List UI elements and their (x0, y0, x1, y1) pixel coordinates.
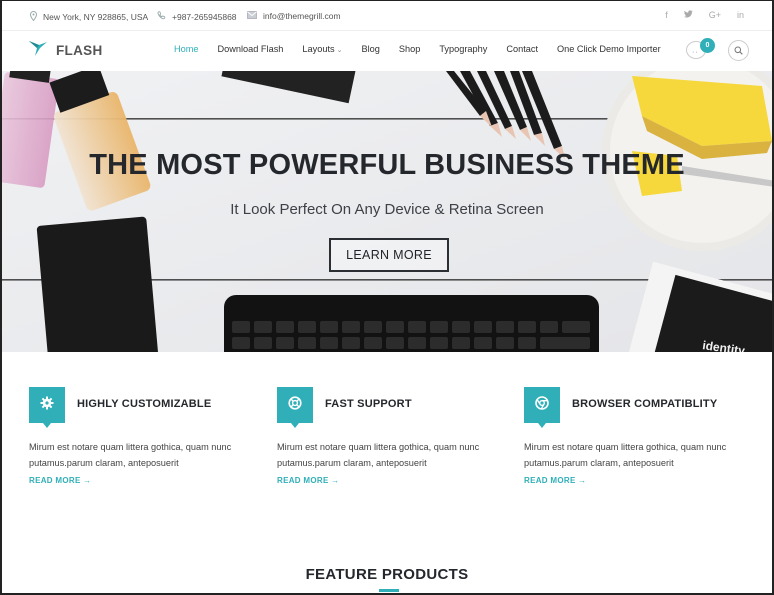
lifebuoy-icon (288, 395, 302, 415)
site-header: FLASH Home Download Flash Layouts ⌄ Blog … (2, 31, 772, 71)
envelope-icon (247, 11, 257, 21)
facebook-icon[interactable]: f (665, 10, 668, 20)
cart-icon: ·· (692, 49, 699, 56)
search-icon (734, 42, 743, 60)
email-text[interactable]: info@themegrill.com (263, 11, 341, 21)
phone-text[interactable]: +987-265945868 (172, 12, 237, 22)
gear-icon (40, 396, 54, 415)
hero-title: THE MOST POWERFUL BUSINESS THEME (89, 149, 685, 181)
logo-text: FLASH (56, 43, 103, 58)
phone-icon (157, 11, 166, 22)
nav-shop[interactable]: Shop (399, 44, 420, 54)
chrome-icon (535, 395, 549, 415)
hero-subtitle: It Look Perfect On Any Device & Retina S… (230, 201, 544, 218)
top-bar: New York, NY 928865, USA +987-265945868 … (2, 1, 772, 31)
read-more-link[interactable]: READ MORE → (524, 476, 586, 485)
learn-more-button[interactable]: LEARN MORE (329, 238, 449, 272)
feature-description: Mirum est notare quam littera gothica, q… (29, 442, 232, 468)
feature-title: HIGHLY CUSTOMIZABLE (77, 398, 212, 410)
chevron-down-icon: ⌄ (336, 47, 343, 54)
nav-one-click-demo-importer[interactable]: One Click Demo Importer (557, 44, 661, 54)
map-pin-icon (29, 10, 38, 23)
hero-banner: identity THE MOST POWERFUL BUSINESS THEM… (2, 71, 772, 352)
feature-icon-box (277, 387, 313, 428)
google-plus-icon[interactable]: G+ (709, 10, 721, 20)
feature-description: Mirum est notare quam littera gothica, q… (524, 442, 727, 468)
read-more-link[interactable]: READ MORE → (29, 476, 91, 485)
nav-layouts[interactable]: Layouts ⌄ (302, 44, 342, 54)
site-logo[interactable]: FLASH (28, 39, 103, 62)
nav-contact[interactable]: Contact (506, 44, 538, 54)
read-more-link[interactable]: READ MORE → (277, 476, 339, 485)
nav-typography[interactable]: Typography (439, 44, 487, 54)
feature-description: Mirum est notare quam littera gothica, q… (277, 442, 480, 468)
nav-layouts-label: Layouts (302, 44, 335, 54)
nav-home[interactable]: Home (174, 44, 199, 54)
heading-underline (379, 589, 399, 592)
phone-info: +987-265945868 (157, 11, 237, 22)
feature-products-heading: FEATURE PRODUCTS (305, 566, 469, 583)
feature-icon-box (29, 387, 65, 428)
linkedin-icon[interactable]: in (737, 10, 744, 20)
main-nav: Home Download Flash Layouts ⌄ Blog Shop T… (174, 44, 680, 54)
cart-count-badge: 0 (700, 38, 715, 53)
nav-download-flash[interactable]: Download Flash (218, 44, 284, 54)
bird-logo-icon (28, 39, 48, 62)
twitter-icon[interactable] (683, 10, 693, 20)
feature-icon-box (524, 387, 560, 428)
page-frame: New York, NY 928865, USA +987-265945868 … (0, 0, 774, 595)
social-links: f G+ in (665, 10, 744, 20)
feature-title: FAST SUPPORT (325, 398, 412, 410)
email-info: info@themegrill.com (247, 11, 341, 21)
feature-title: BROWSER COMPATIBLITY (572, 398, 718, 410)
location-text: New York, NY 928865, USA (43, 12, 149, 22)
location-info: New York, NY 928865, USA (29, 10, 149, 23)
search-button[interactable] (728, 40, 749, 61)
nav-blog[interactable]: Blog (361, 44, 379, 54)
